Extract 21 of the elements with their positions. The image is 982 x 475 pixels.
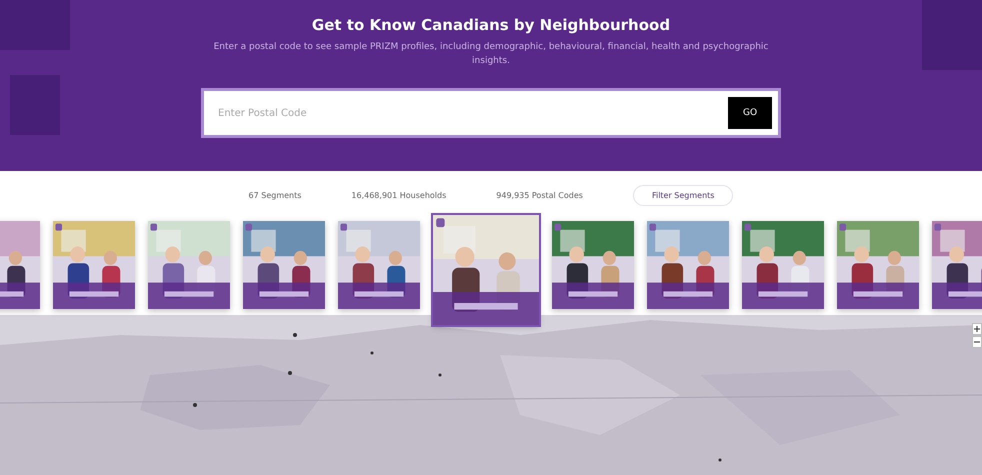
plus-icon bbox=[974, 326, 980, 332]
segment-card[interactable] bbox=[742, 221, 824, 309]
stat-text: 67 Segments bbox=[248, 190, 302, 200]
segment-card[interactable] bbox=[552, 221, 634, 309]
segment-card[interactable] bbox=[647, 221, 729, 309]
go-button[interactable]: GO bbox=[728, 97, 772, 129]
zoom-in-button[interactable] bbox=[972, 323, 982, 335]
page-title: Get to Know Canadians by Neighbourhood bbox=[312, 16, 670, 34]
segment-card[interactable] bbox=[148, 221, 230, 309]
segment-card[interactable] bbox=[53, 221, 135, 309]
minus-icon bbox=[974, 339, 980, 345]
stat-text: 16,468,901 Households bbox=[351, 190, 446, 200]
stat-text: 949,935 Postal Codes bbox=[496, 190, 583, 200]
segment-card[interactable] bbox=[837, 221, 919, 309]
zoom-out-button[interactable] bbox=[972, 336, 982, 348]
postal-code-field[interactable]: Enter Postal Code GO bbox=[201, 88, 781, 138]
filter-segments-button[interactable]: Filter Segments bbox=[632, 184, 734, 206]
subtitle: Enter a postal code to see sample PRIZM profiles, including demographic, behavioural, financial, health and psychographic insights. bbox=[212, 41, 770, 68]
segment-card[interactable] bbox=[243, 221, 325, 309]
segment-card[interactable] bbox=[338, 221, 420, 309]
segment-card[interactable] bbox=[433, 215, 539, 325]
